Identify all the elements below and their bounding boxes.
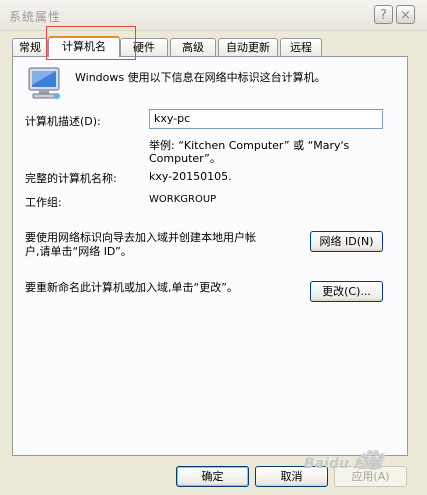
baidu-watermark: Baidu 经验: [300, 446, 425, 486]
watermark-text: Baidu 经验: [304, 456, 382, 472]
tab-remote[interactable]: 远程: [280, 38, 322, 56]
help-button[interactable]: ?: [374, 5, 393, 24]
tab-general[interactable]: 常规: [12, 38, 48, 56]
workgroup-label: 工作组:: [25, 196, 62, 209]
network-id-button[interactable]: 网络 ID(N): [310, 231, 383, 252]
full-name-label: 完整的计算机名称:: [25, 172, 117, 185]
computer-description-input[interactable]: kxy-pc: [149, 109, 383, 129]
intro-text: Windows 使用以下信息在网络中标识这台计算机。: [75, 71, 326, 84]
rename-text: 要重新命名此计算机或加入域,单击“更改”。: [25, 281, 238, 294]
change-button[interactable]: 更改(C)...: [310, 281, 383, 302]
highlight-box: [46, 26, 136, 60]
tab-advanced[interactable]: 高级: [170, 38, 216, 56]
tab-automatic-updates[interactable]: 自动更新: [218, 38, 278, 56]
close-icon: ×: [400, 8, 411, 23]
tab-panel: Windows 使用以下信息在网络中标识这台计算机。 计算机描述(D): kxy…: [12, 56, 408, 456]
computer-icon: [28, 67, 60, 99]
network-text-line2: 户,请单击“网络 ID”。: [25, 245, 132, 258]
example-text-line2: Computer”。: [149, 152, 221, 165]
help-icon: ?: [380, 8, 387, 23]
full-name-value: kxy-20150105.: [149, 170, 232, 183]
description-label: 计算机描述(D):: [25, 115, 101, 128]
workgroup-value: WORKGROUP: [149, 194, 217, 205]
window-title: 系统属性: [9, 10, 62, 24]
close-button[interactable]: ×: [396, 5, 415, 24]
ok-button[interactable]: 确定: [176, 466, 249, 487]
